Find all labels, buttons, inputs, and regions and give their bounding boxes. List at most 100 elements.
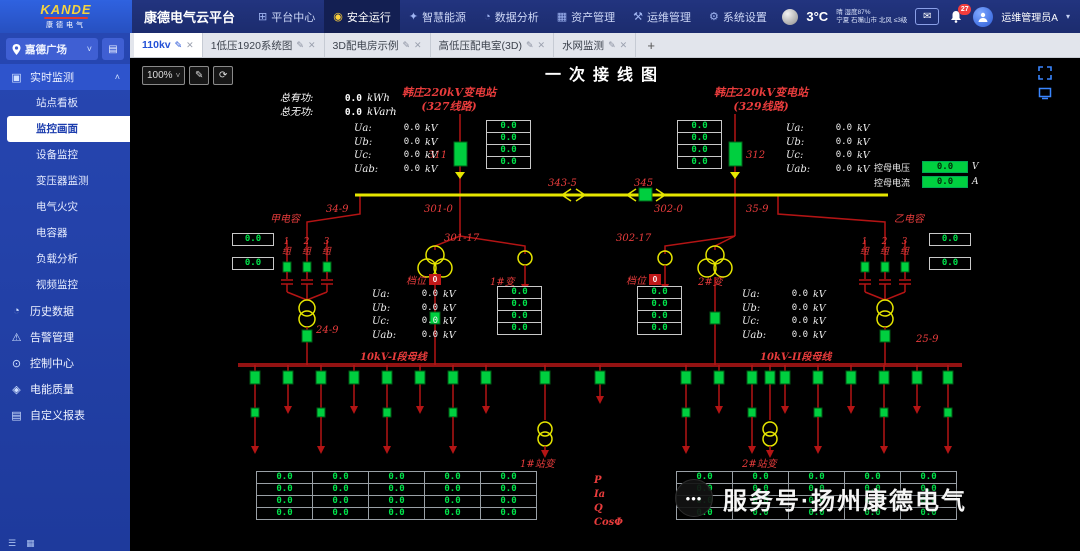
tab-水网监测[interactable]: 水网监测 ✎ ✕ [554, 33, 637, 57]
site-selector[interactable]: 嘉德广场 ˅ [6, 38, 98, 60]
tap-position-left: 档位 0 [406, 272, 441, 287]
voltage-row: Ub: 0.0 kV [786, 136, 870, 148]
weather-info: 晴 湿度87% 宁夏 石嘴山市 北风 ≤3级 [836, 9, 907, 25]
cap-group-label: 1组 [859, 237, 869, 257]
sidebar-group-控制中心[interactable]: ⊙ 控制中心 [0, 350, 130, 376]
site-name: 嘉德广场 [25, 43, 67, 56]
nav-icon: ▦ [556, 11, 568, 23]
sidebar-item-变压器监测[interactable]: 变压器监测 [0, 168, 130, 194]
cap-group-label: 3组 [899, 237, 909, 257]
edit-icon[interactable]: ✎ [526, 40, 534, 51]
sidebar-group-icon: ▤ [11, 409, 22, 422]
edit-icon[interactable]: ✎ [402, 40, 410, 51]
fit-view-icon[interactable] [1038, 86, 1052, 105]
edit-icon[interactable]: ✎ [296, 40, 304, 51]
sidebar-item-电气火灾[interactable]: 电气火灾 [0, 194, 130, 220]
tab-bar: 110kv ✎ ✕ 1低压1920系统图 ✎ ✕ 3D配电房示例 ✎ ✕ 高低压配电室(3D) ✎ ✕… [130, 33, 1080, 58]
tab-label: 110kv [142, 39, 171, 51]
sidebar-group-label: 电能质量 [30, 384, 74, 396]
site-panel-button[interactable]: ▤ [102, 38, 124, 60]
sidebar-group-icon: ◔ [13, 305, 20, 317]
capbank-b-values: 0.0 0.0 [929, 233, 971, 281]
cap-group-label: 2组 [301, 237, 311, 257]
value-box-column-left: 0.0 0.0 0.0 0.0 [486, 120, 531, 169]
sidebar-item-站点看板[interactable]: 站点看板 [0, 90, 130, 116]
scada-canvas: 100% ˅ ✎ ⟳ 一次接线图 总有功: 0.0 kWh 总无功: 0.0 kVarh… [130, 58, 1080, 551]
add-tab-button[interactable]: + [642, 36, 660, 54]
sidebar-item-负载分析[interactable]: 负载分析 [0, 246, 130, 272]
voltage-row: Ub: 0.0 kV [742, 302, 826, 314]
location-pin-icon [12, 43, 21, 55]
nav-item-资产管理[interactable]: ▦ 资产管理 [548, 0, 624, 33]
close-icon[interactable]: ✕ [308, 40, 316, 51]
grid-icon[interactable]: ▦ [26, 538, 35, 549]
close-icon[interactable]: ✕ [538, 40, 546, 51]
tab-label: 3D配电房示例 [332, 39, 399, 52]
close-icon[interactable]: ✕ [186, 40, 194, 51]
table-cell: 0.0 [312, 507, 369, 520]
logo-subtitle: 康德电气 [46, 21, 86, 29]
close-icon[interactable]: ✕ [620, 40, 628, 51]
measure-label: P [594, 475, 602, 486]
sidebar-group-历史数据[interactable]: ◔ 历史数据 [0, 298, 130, 324]
nav-icon: ◉ [333, 11, 343, 23]
nav-label: 运维管理 [647, 11, 691, 24]
tab-高低压配电室(3D)[interactable]: 高低压配电室(3D) ✎ ✕ [431, 33, 555, 57]
logo-swoosh [44, 16, 88, 19]
tab-label: 高低压配电室(3D) [438, 39, 522, 52]
tab-3D配电房示例[interactable]: 3D配电房示例 ✎ ✕ [325, 33, 431, 57]
tab-1低压1920系统图[interactable]: 1低压1920系统图 ✎ ✕ [203, 33, 325, 57]
nav-item-安全运行[interactable]: ◉ 安全运行 [324, 0, 400, 33]
nav-label: 平台中心 [271, 11, 316, 24]
sidebar-item-电容器[interactable]: 电容器 [0, 220, 130, 246]
sidebar-group-自定义报表[interactable]: ▤ 自定义报表 [0, 402, 130, 428]
sidebar-item-设备监控[interactable]: 设备监控 [0, 142, 130, 168]
nav-item-平台中心[interactable]: ⊞ 平台中心 [249, 0, 324, 33]
window-statusbar: ☰ ▦ [0, 535, 130, 551]
bus-2-label: 10kV-II段母线 [760, 352, 832, 363]
switch-24-9-label: 24-9 [316, 325, 339, 336]
close-icon[interactable]: ✕ [414, 40, 422, 51]
tab-110kv[interactable]: 110kv ✎ ✕ [134, 33, 203, 57]
sidebar-group-告警管理[interactable]: ⚠ 告警管理 [0, 324, 130, 350]
fullscreen-icon[interactable] [1038, 66, 1052, 85]
value-box: 0.0 [922, 161, 968, 173]
table-cell: 0.0 [480, 507, 537, 520]
table-cell: 0.0 [368, 507, 425, 520]
top-header: KANDE 康德电气 康德电气云平台 ⊞ 平台中心 ◉ 安全运行 ✦ 智慧能源 ◔ 数据分析 ▦… [0, 0, 1080, 33]
notifications-button[interactable]: 27 [947, 3, 972, 26]
bus-meter-rows: 控母电压 0.0 V 控母电流 0.0 A [874, 160, 979, 190]
nav-item-数据分析[interactable]: ◔ 数据分析 [475, 0, 548, 33]
user-name[interactable]: 运维管理员A [1001, 9, 1058, 24]
value-box-column-right: 0.0 0.0 0.0 0.0 [677, 120, 722, 169]
value-box: 0.0 [232, 257, 274, 270]
tx1-value-boxes: 0.0 0.0 0.0 0.0 [497, 286, 542, 335]
watermark-text: 服务号·扬州康德电气 [723, 487, 967, 515]
switch-302-0-label: 302-0 [654, 204, 683, 215]
voltage-row: Ub: 0.0 kV [372, 302, 456, 314]
logo-text: KANDE [40, 1, 92, 17]
nav-item-智慧能源[interactable]: ✦ 智慧能源 [400, 0, 475, 33]
measure-row-labels: P Ia Q CosΦ [594, 474, 623, 530]
sidebar-item-视频监控[interactable]: 视频监控 [0, 272, 130, 298]
sidebar-group-实时监测[interactable]: ▣ 实时监测 ˄ [0, 64, 130, 90]
brand-logo: KANDE 康德电气 [0, 0, 132, 33]
nav-label: 安全运行 [346, 11, 391, 24]
edit-icon[interactable]: ✎ [608, 40, 616, 51]
feeder-table-left: 0.0 0.0 0.0 0.0 0.0 0.0 0.0 0.0 0.0 0.0 0.0 0.0 0.0 0… [256, 471, 537, 520]
voltage-row: Ua: 0.0 kV [742, 289, 826, 300]
cap-group-label: 2组 [879, 237, 889, 257]
nav-label: 数据分析 [494, 11, 539, 24]
nav-item-系统设置[interactable]: ⚙ 系统设置 [700, 0, 776, 33]
sidebar-group-label: 控制中心 [30, 358, 74, 370]
nav-item-运维管理[interactable]: ⚒ 运维管理 [624, 0, 700, 33]
menu-icon[interactable]: ☰ [8, 538, 16, 549]
sidebar-item-监控画面[interactable]: 监控画面 [7, 116, 130, 142]
sidebar-group-电能质量[interactable]: ◈ 电能质量 [0, 376, 130, 402]
switch-34-9-label: 34-9 [326, 204, 349, 215]
edit-icon[interactable]: ✎ [175, 40, 183, 51]
avatar[interactable] [973, 6, 994, 27]
mail-button[interactable]: ✉ [915, 8, 940, 25]
hv-voltage-right: Ua: 0.0 kV Ub: 0.0 kV Uc: 0.0 kV Uab: 0.0 kV [786, 122, 870, 176]
weather-icon [782, 8, 799, 25]
